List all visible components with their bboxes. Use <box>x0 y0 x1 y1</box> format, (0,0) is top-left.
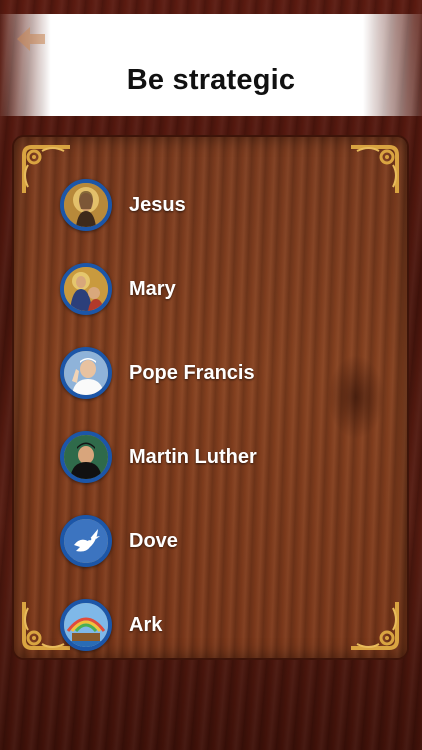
header-bar: Be strategic <box>0 14 422 116</box>
list-panel: Jesus Mary Pope Francis Martin Luther Do <box>14 137 407 658</box>
pope-francis-icon <box>60 347 112 399</box>
list-item[interactable]: Jesus <box>60 175 360 235</box>
list-item-label: Dove <box>129 529 178 552</box>
list-item-label: Mary <box>129 277 176 300</box>
back-arrow-icon[interactable] <box>14 24 48 54</box>
list-item[interactable]: Pope Francis <box>60 343 360 403</box>
dove-icon <box>60 515 112 567</box>
jesus-icon <box>60 179 112 231</box>
ark-icon <box>60 599 112 651</box>
page-title: Be strategic <box>126 64 296 96</box>
martin-luther-icon <box>60 431 112 483</box>
list-item-label: Jesus <box>129 193 186 216</box>
list-item-label: Martin Luther <box>129 445 257 468</box>
list-item[interactable]: Mary <box>60 259 360 319</box>
list-item-label: Ark <box>129 613 163 636</box>
list-item-label: Pope Francis <box>129 361 255 384</box>
list-item[interactable]: Ark <box>60 595 360 655</box>
mary-icon <box>60 263 112 315</box>
character-list: Jesus Mary Pope Francis Martin Luther Do <box>14 137 407 658</box>
list-item[interactable]: Dove <box>60 511 360 571</box>
list-item[interactable]: Martin Luther <box>60 427 360 487</box>
